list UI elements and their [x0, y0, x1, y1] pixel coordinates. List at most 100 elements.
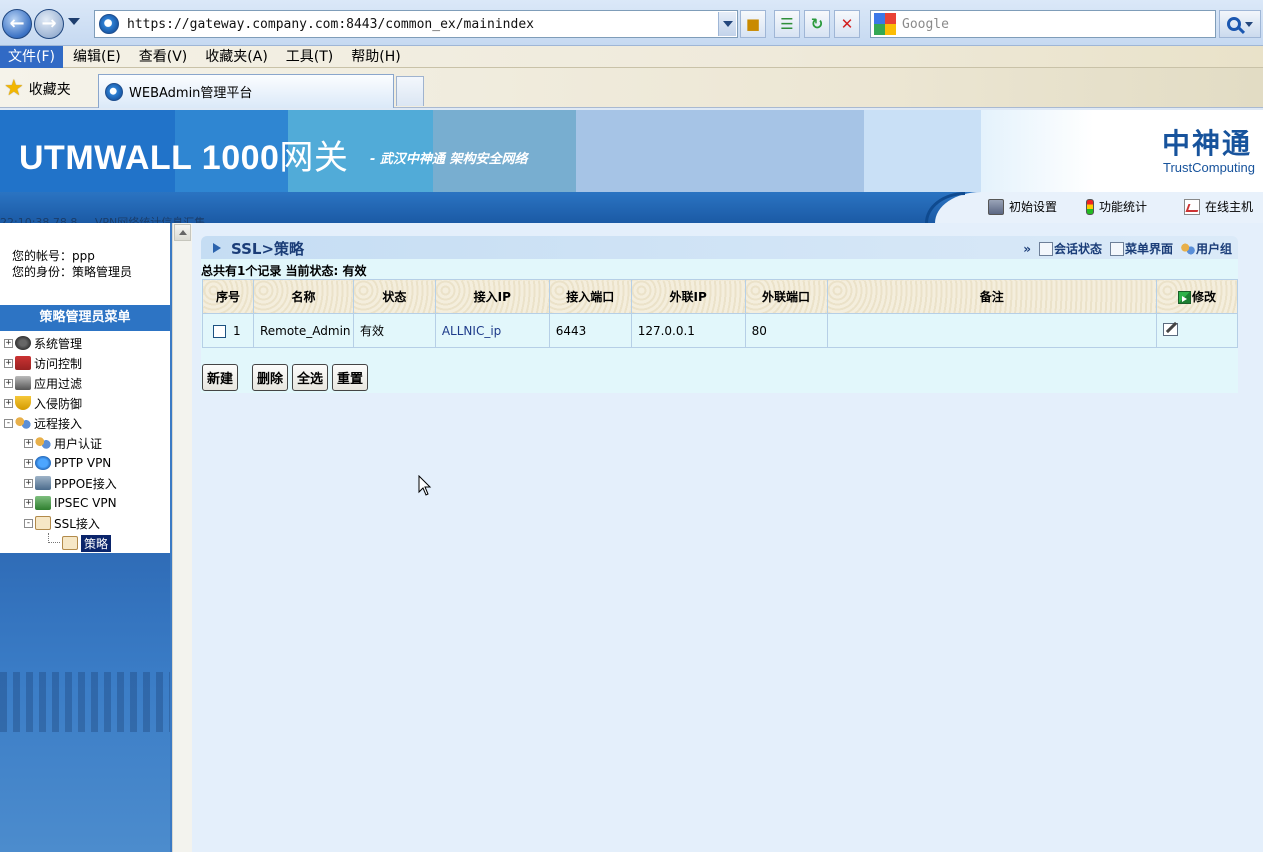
lock-icon[interactable]: ■ — [740, 10, 766, 38]
menu-edit[interactable]: 编辑(E) — [65, 46, 129, 68]
header-marquee: 22:10:38 78.8 ... VPN网络统计信息汇集 — [0, 216, 206, 223]
ie-page-icon — [105, 82, 123, 101]
menu-view[interactable]: 查看(V) — [131, 46, 196, 68]
menu-view-link[interactable]: 菜单界面 — [1109, 240, 1173, 257]
delete-button[interactable]: 删除 — [252, 364, 289, 391]
expand-icon[interactable]: + — [24, 478, 33, 488]
refresh-icon[interactable]: ↻ — [804, 10, 830, 38]
expand-icon[interactable]: + — [4, 378, 13, 388]
filter-icon — [15, 376, 31, 390]
menu-help[interactable]: 帮助(H) — [343, 46, 408, 68]
cell-name: Remote_Admin — [252, 313, 354, 348]
col-ext-port: 外联端口 — [744, 279, 828, 314]
user-group-link[interactable]: 用户组 — [1180, 240, 1232, 257]
address-bar[interactable] — [94, 10, 738, 38]
select-all-button[interactable]: 全选 — [292, 364, 329, 391]
compatibility-view-icon[interactable]: ☰ — [774, 10, 800, 38]
tree-connector — [48, 533, 60, 543]
sidebar-menu-title: 策略管理员菜单 — [0, 305, 170, 331]
tree-item-pppoe[interactable]: + PPPOE接入 — [0, 473, 170, 493]
init-setup-link[interactable]: 初始设置 — [988, 198, 1057, 215]
tree-item-system-mgmt[interactable]: + 系统管理 — [0, 333, 170, 353]
init-setup-label: 初始设置 — [1009, 200, 1058, 214]
scroll-up-arrow-icon[interactable] — [174, 224, 191, 241]
computer-icon — [988, 198, 1004, 215]
vertical-scrollbar[interactable] — [172, 223, 192, 852]
browser-menu-bar: 文件(F) 编辑(E) 查看(V) 收藏夹(A) 工具(T) 帮助(H) — [0, 46, 1263, 68]
traffic-light-icon — [1086, 198, 1094, 215]
forward-button[interactable]: → — [34, 9, 64, 39]
tree-label: 远程接入 — [34, 416, 83, 431]
menu-favorites[interactable]: 收藏夹(A) — [197, 46, 276, 68]
sidebar: 您的帐号：ppp 您的身份：策略管理员 策略管理员菜单 + 系统管理 + 访问控… — [0, 223, 172, 852]
expand-icon[interactable]: + — [24, 458, 33, 468]
expand-icon[interactable]: + — [24, 498, 33, 508]
favorites-button[interactable]: ★ 收藏夹 — [4, 77, 71, 101]
history-dropdown-icon[interactable] — [68, 18, 80, 25]
reset-button[interactable]: 重置 — [332, 364, 369, 391]
edit-icon[interactable] — [1163, 322, 1179, 336]
col-edit: 修改 — [1156, 279, 1238, 314]
network-icon — [35, 476, 51, 490]
tree-item-pptp[interactable]: + PPTP VPN — [0, 453, 170, 473]
row-checkbox[interactable] — [213, 324, 226, 338]
record-summary: 总共有1个记录 当前状态: 有效 — [201, 264, 367, 278]
vpn-icon — [35, 496, 51, 510]
session-status-link[interactable]: 会话状态 — [1038, 240, 1102, 257]
address-input[interactable] — [127, 16, 707, 32]
address-dropdown-icon[interactable] — [718, 12, 736, 36]
new-button[interactable]: 新建 — [202, 364, 239, 391]
tree-label: PPTP VPN — [54, 456, 112, 470]
expand-icon[interactable]: + — [24, 438, 33, 448]
edit-arrow-icon — [1178, 291, 1191, 304]
mouse-cursor — [418, 475, 432, 496]
window-icon — [1109, 241, 1124, 256]
tree-item-ipsec[interactable]: + IPSEC VPN — [0, 493, 170, 513]
col-remark: 备注 — [826, 279, 1158, 314]
cell-ext-ip: 127.0.0.1 — [630, 313, 746, 348]
tree-item-ssl[interactable]: - SSL接入 — [0, 513, 170, 533]
col-name: 名称 — [252, 279, 354, 314]
cell-remark — [826, 313, 1158, 348]
tree-item-intrusion[interactable]: + 入侵防御 — [0, 393, 170, 413]
func-stats-link[interactable]: 功能统计 — [1086, 198, 1147, 215]
menu-tools[interactable]: 工具(T) — [278, 46, 341, 68]
back-button[interactable]: ← — [2, 9, 32, 39]
new-tab-button[interactable] — [396, 76, 424, 106]
header-band — [576, 110, 864, 192]
header-band — [864, 110, 981, 192]
globe-icon — [35, 456, 51, 470]
nav-tree: + 系统管理 + 访问控制 + 应用过滤 + 入侵防御 - 远程接入 + 用户认… — [0, 333, 170, 553]
expand-icon[interactable]: + — [4, 398, 13, 408]
search-options-icon[interactable] — [1245, 21, 1253, 27]
tab-webadmin[interactable]: WEBAdmin管理平台 — [98, 74, 394, 108]
tree-item-policy[interactable]: 策略 — [0, 533, 170, 553]
ie-page-icon — [99, 14, 119, 34]
browser-tab-bar: ★ 收藏夹 WEBAdmin管理平台 — [0, 68, 1263, 108]
search-input[interactable] — [902, 16, 1202, 32]
stop-icon[interactable]: ✕ — [834, 10, 860, 38]
expand-icon[interactable]: + — [4, 338, 13, 348]
cell-access-ip-link[interactable]: ALLNIC_ip — [434, 313, 550, 348]
search-box[interactable] — [870, 10, 1216, 38]
tree-item-remote-access[interactable]: - 远程接入 — [0, 413, 170, 433]
folder-icon — [35, 516, 51, 530]
expand-icon[interactable]: + — [4, 358, 13, 368]
collapse-icon[interactable]: - — [4, 418, 13, 428]
tree-item-access-control[interactable]: + 访问控制 — [0, 353, 170, 373]
tree-item-user-auth[interactable]: + 用户认证 — [0, 433, 170, 453]
col-status: 状态 — [352, 279, 436, 314]
search-button[interactable] — [1219, 10, 1261, 38]
role-info: 您的身份：策略管理员 — [12, 265, 133, 279]
users-icon — [1180, 241, 1195, 256]
online-hosts-link[interactable]: 在线主机 — [1184, 198, 1253, 215]
brand-logo: 中神通 — [1162, 127, 1253, 160]
menu-file[interactable]: 文件(F) — [0, 46, 63, 68]
col-access-ip: 接入IP — [434, 279, 550, 314]
tree-item-app-filter[interactable]: + 应用过滤 — [0, 373, 170, 393]
tab-title: WEBAdmin管理平台 — [129, 86, 253, 101]
tree-label: 入侵防御 — [34, 396, 83, 411]
action-buttons: 新建 删除 全选 重置 — [202, 364, 372, 391]
collapse-icon[interactable]: - — [24, 518, 33, 528]
chart-icon — [1184, 198, 1200, 215]
